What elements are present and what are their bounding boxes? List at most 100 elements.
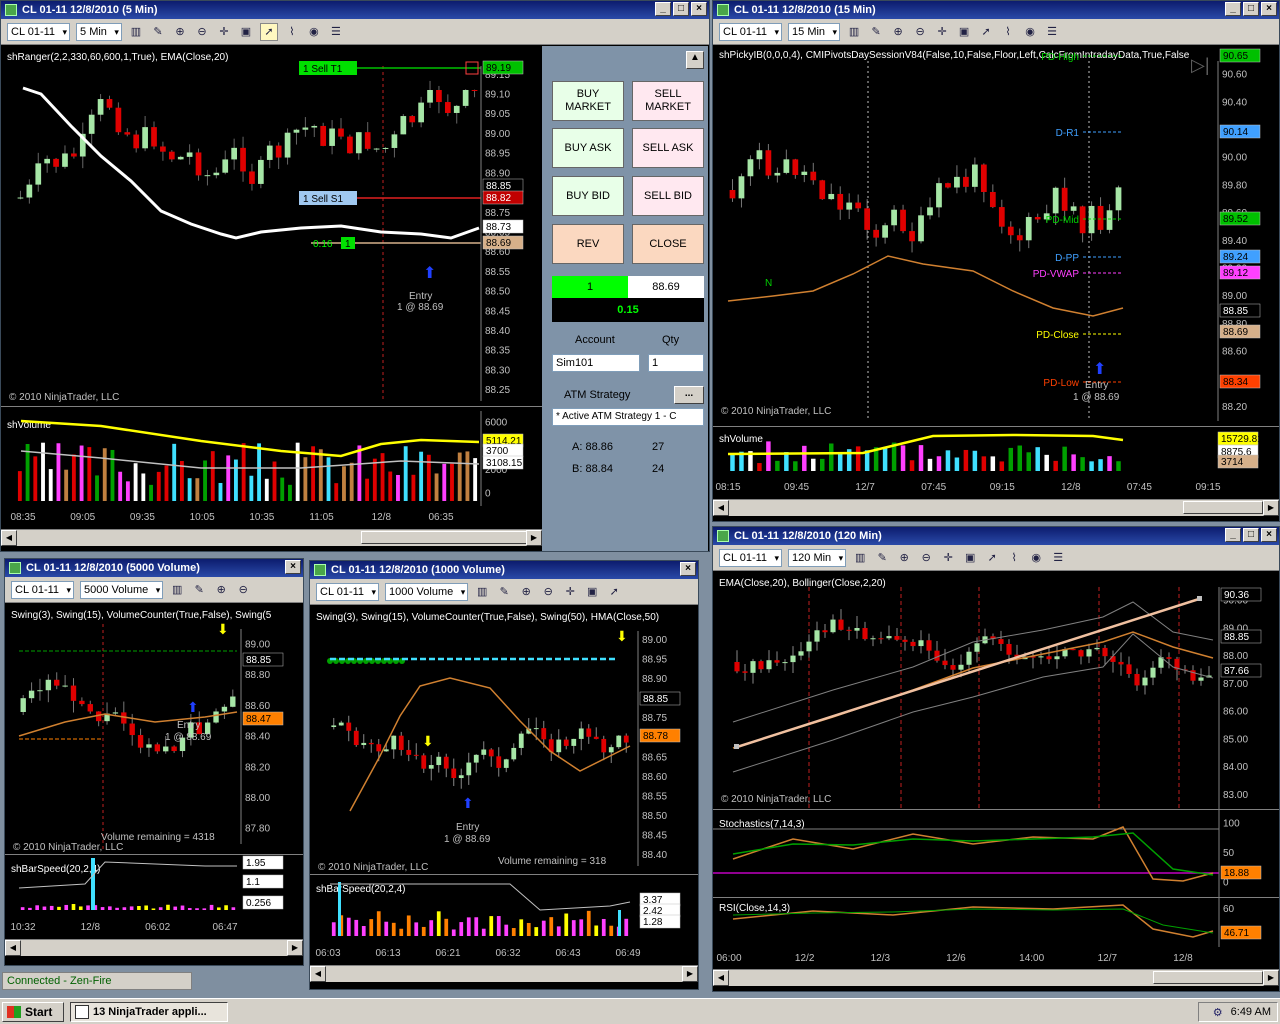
price-panel-1000vol[interactable]: Swing(3), Swing(15), VolumeCounter(True,… bbox=[310, 606, 698, 874]
bar-type-icon[interactable]: ▥ bbox=[852, 550, 868, 566]
sell-ask-button[interactable]: SELL ASK bbox=[632, 128, 704, 168]
scroll-thumb[interactable] bbox=[1183, 501, 1263, 514]
crosshair-icon[interactable]: ✛ bbox=[216, 24, 232, 40]
draw-tool-icon[interactable]: ✎ bbox=[874, 550, 890, 566]
horizontal-scrollbar[interactable]: ◀ ▶ bbox=[713, 499, 1279, 516]
indicator-icon[interactable]: ⌇ bbox=[1006, 550, 1022, 566]
draw-tool-icon[interactable]: ✎ bbox=[868, 24, 884, 40]
scroll-left-arrow[interactable]: ◀ bbox=[1, 530, 17, 546]
speed-panel-1000vol[interactable]: shBarSpeed(20,2,4)3.372.421.28 bbox=[310, 874, 698, 942]
sell-bid-button[interactable]: SELL BID bbox=[632, 176, 704, 216]
zoom-out-icon[interactable]: ⊖ bbox=[912, 24, 928, 40]
properties-icon[interactable]: ▣ bbox=[238, 24, 254, 40]
price-panel-5min[interactable]: shRanger(2,2,330,60,600,1,True), EMA(Clo… bbox=[1, 46, 542, 406]
strategy-icon[interactable]: ◉ bbox=[1022, 24, 1038, 40]
account-select[interactable]: Sim101 bbox=[552, 354, 640, 372]
instrument-select[interactable]: CL 01-11 bbox=[11, 580, 75, 599]
draw-tool-icon[interactable]: ✎ bbox=[191, 582, 207, 598]
scroll-right-arrow[interactable]: ▶ bbox=[682, 966, 698, 982]
chart-window-120min[interactable]: CL 01-11 12/8/2010 (120 Min) _ □ × CL 01… bbox=[712, 526, 1280, 992]
atm-strategy-select[interactable]: * Active ATM Strategy 1 - C bbox=[552, 408, 704, 426]
zoom-out-icon[interactable]: ⊖ bbox=[235, 582, 251, 598]
draw-tool-icon[interactable]: ✎ bbox=[496, 584, 512, 600]
scroll-left-arrow[interactable]: ◀ bbox=[310, 966, 326, 982]
chart-window-15min[interactable]: CL 01-11 12/8/2010 (15 Min) _ □ × CL 01-… bbox=[712, 0, 1280, 522]
minimize-button[interactable]: _ bbox=[1225, 528, 1241, 542]
crosshair-icon[interactable]: ✛ bbox=[562, 584, 578, 600]
close-button[interactable]: × bbox=[1261, 2, 1277, 16]
close-button[interactable]: × bbox=[691, 2, 707, 16]
data-box-icon[interactable]: ☰ bbox=[1050, 550, 1066, 566]
chart-trader-icon[interactable]: ➚ bbox=[978, 24, 994, 40]
scroll-right-arrow[interactable]: ▶ bbox=[526, 530, 542, 546]
crosshair-icon[interactable]: ✛ bbox=[940, 550, 956, 566]
bar-type-icon[interactable]: ▥ bbox=[846, 24, 862, 40]
zoom-in-icon[interactable]: ⊕ bbox=[890, 24, 906, 40]
data-box-icon[interactable]: ☰ bbox=[1044, 24, 1060, 40]
properties-icon[interactable]: ▣ bbox=[956, 24, 972, 40]
chart-trader-icon[interactable]: ➚ bbox=[984, 550, 1000, 566]
chart-window-5min[interactable]: CL 01-11 12/8/2010 (5 Min) _ □ × CL 01-1… bbox=[0, 0, 710, 552]
reverse-button[interactable]: REV bbox=[552, 224, 624, 264]
horizontal-scrollbar[interactable]: ◀ ▶ bbox=[310, 965, 698, 982]
horizontal-scrollbar[interactable]: ◀ ▶ bbox=[713, 969, 1279, 986]
horizontal-scrollbar[interactable]: ◀ ▶ bbox=[1, 529, 542, 546]
crosshair-icon[interactable]: ✛ bbox=[934, 24, 950, 40]
indicator-icon[interactable]: ⌇ bbox=[284, 24, 300, 40]
title-bar[interactable]: CL 01-11 12/8/2010 (120 Min) _ □ × bbox=[713, 527, 1279, 545]
chart-trader-icon[interactable]: ➚ bbox=[606, 584, 622, 600]
strategy-icon[interactable]: ◉ bbox=[306, 24, 322, 40]
chart-window-5000vol[interactable]: CL 01-11 12/8/2010 (5000 Volume) × CL 01… bbox=[4, 558, 304, 966]
close-button[interactable]: × bbox=[680, 562, 696, 576]
title-bar[interactable]: CL 01-11 12/8/2010 (1000 Volume) × bbox=[310, 561, 698, 579]
buy-market-button[interactable]: BUY MARKET bbox=[552, 81, 624, 121]
properties-icon[interactable]: ▣ bbox=[584, 584, 600, 600]
bar-type-icon[interactable]: ▥ bbox=[474, 584, 490, 600]
scroll-thumb[interactable] bbox=[361, 531, 531, 544]
price-panel-120min[interactable]: EMA(Close,20), Bollinger(Close,2,20)90.0… bbox=[713, 572, 1279, 809]
data-box-icon[interactable]: ☰ bbox=[328, 24, 344, 40]
volume-panel-5min[interactable]: shVolume60004000200005114.2137003108.15 bbox=[1, 406, 542, 506]
price-panel-15min[interactable]: shPickyIB(0,0,0,4), CMIPivotsDaySessionV… bbox=[713, 46, 1280, 426]
scroll-right-arrow[interactable]: ▶ bbox=[1263, 970, 1279, 986]
interval-select[interactable]: 15 Min bbox=[788, 22, 841, 41]
strategy-icon[interactable]: ◉ bbox=[1028, 550, 1044, 566]
chart-window-1000vol[interactable]: CL 01-11 12/8/2010 (1000 Volume) × CL 01… bbox=[309, 560, 699, 990]
zoom-in-icon[interactable]: ⊕ bbox=[518, 584, 534, 600]
atm-strategy-button[interactable]: ... bbox=[674, 386, 704, 404]
zoom-out-icon[interactable]: ⊖ bbox=[194, 24, 210, 40]
bar-type-icon[interactable]: ▥ bbox=[128, 24, 144, 40]
zoom-in-icon[interactable]: ⊕ bbox=[896, 550, 912, 566]
minimize-button[interactable]: _ bbox=[655, 2, 671, 16]
network-icon[interactable]: ⚙ bbox=[1213, 1006, 1223, 1019]
chart-trader-icon[interactable]: ➚ bbox=[259, 22, 278, 41]
instrument-select[interactable]: CL 01-11 bbox=[316, 582, 380, 601]
sell-market-button[interactable]: SELL MARKET bbox=[632, 81, 704, 121]
buy-ask-button[interactable]: BUY ASK bbox=[552, 128, 624, 168]
minimize-button[interactable]: _ bbox=[1225, 2, 1241, 16]
panel-scroll-up[interactable]: ▲ bbox=[686, 51, 704, 69]
price-panel-5000vol[interactable]: Swing(3), Swing(15), VolumeCounter(True,… bbox=[5, 604, 303, 854]
instrument-select[interactable]: CL 01-11 bbox=[7, 22, 71, 41]
indicator-icon[interactable]: ⌇ bbox=[1000, 24, 1016, 40]
close-button[interactable]: × bbox=[1261, 528, 1277, 542]
stochastics-panel[interactable]: Stochastics(7,14,3) 10050018.88 bbox=[713, 809, 1279, 897]
scroll-left-arrow[interactable]: ◀ bbox=[713, 970, 729, 986]
scroll-right-arrow[interactable]: ▶ bbox=[1263, 500, 1279, 516]
title-bar[interactable]: CL 01-11 12/8/2010 (15 Min) _ □ × bbox=[713, 1, 1279, 19]
scroll-left-arrow[interactable]: ◀ bbox=[5, 940, 21, 956]
interval-select[interactable]: 1000 Volume bbox=[385, 582, 469, 601]
instrument-select[interactable]: CL 01-11 bbox=[719, 22, 783, 41]
start-button[interactable]: Start bbox=[2, 1002, 64, 1022]
scroll-thumb[interactable] bbox=[1153, 971, 1263, 984]
horizontal-scrollbar[interactable]: ◀ ▶ bbox=[5, 939, 303, 956]
interval-select[interactable]: 5 Min bbox=[76, 22, 122, 41]
draw-tool-icon[interactable]: ✎ bbox=[150, 24, 166, 40]
scroll-left-arrow[interactable]: ◀ bbox=[713, 500, 729, 516]
instrument-select[interactable]: CL 01-11 bbox=[719, 548, 783, 567]
buy-bid-button[interactable]: BUY BID bbox=[552, 176, 624, 216]
zoom-out-icon[interactable]: ⊖ bbox=[540, 584, 556, 600]
interval-select[interactable]: 5000 Volume bbox=[80, 580, 164, 599]
maximize-button[interactable]: □ bbox=[673, 2, 689, 16]
zoom-out-icon[interactable]: ⊖ bbox=[918, 550, 934, 566]
